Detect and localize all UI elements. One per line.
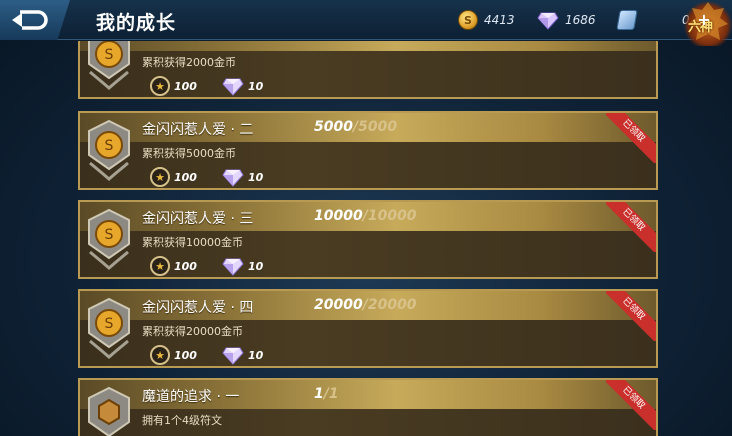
- achievement-progress: 20000/20000: [314, 297, 417, 313]
- claimed-badge: 已领取: [606, 291, 656, 341]
- achievement-card[interactable]: 魔道的追求 · 一 1/1 拥有1个4级符文 已领取: [78, 378, 658, 436]
- achievement-card[interactable]: S 金闪闪惹人爱 · 三 10000/10000 累积获得10000金币 ★ 1…: [78, 200, 658, 279]
- achievement-progress: 1/1: [314, 386, 339, 402]
- rune-medal-icon: [88, 386, 130, 436]
- reward-gems: 10: [222, 167, 263, 187]
- achievement-name: 金闪闪惹人爱 · 四: [142, 300, 254, 316]
- reward-exp: ★ 100: [150, 76, 197, 96]
- reward-exp: ★ 100: [150, 345, 197, 365]
- add-currency-button[interactable]: +: [696, 12, 712, 28]
- achievement-list[interactable]: S 累积获得2000金币 ★ 100 10 S 金闪闪惹人爱 · 二 5000/: [0, 41, 732, 436]
- claimed-badge: 已领取: [606, 202, 656, 252]
- gem-icon: [222, 78, 244, 96]
- coin-medal-icon: S: [88, 297, 130, 359]
- diamond-amount: 1686: [565, 13, 596, 27]
- back-arrow-icon: [12, 10, 48, 30]
- coupon-icon: [616, 10, 638, 30]
- diamond-icon: [537, 12, 559, 30]
- achievement-description: 累积获得5000金币: [142, 147, 236, 160]
- svg-text:S: S: [105, 227, 114, 243]
- coin-medal-icon: S: [88, 119, 130, 181]
- achievement-card[interactable]: S 累积获得2000金币 ★ 100 10: [78, 41, 658, 99]
- gold-currency: S 4413: [458, 9, 515, 31]
- achievement-description: 累积获得10000金币: [142, 236, 243, 249]
- reward-exp: ★ 100: [150, 256, 197, 276]
- exp-star-icon: ★: [150, 167, 170, 187]
- diamond-currency: 1686: [537, 9, 596, 31]
- page-title: 我的成长: [96, 12, 177, 34]
- achievement-progress: 5000/5000: [314, 119, 398, 135]
- achievement-card[interactable]: S 金闪闪惹人爱 · 二 5000/5000 累积获得5000金币 ★ 100 …: [78, 111, 658, 190]
- achievement-description: 拥有1个4级符文: [142, 414, 222, 427]
- svg-text:S: S: [105, 138, 114, 154]
- coupon-currency: 0: [616, 9, 690, 31]
- achievement-name: 金闪闪惹人爱 · 二: [142, 122, 254, 138]
- achievement-description: 累积获得20000金币: [142, 325, 243, 338]
- gem-icon: [222, 258, 244, 276]
- achievement-progress: 10000/10000: [314, 208, 417, 224]
- top-bar: 我的成长 S 4413 1686 0 六神 +: [0, 0, 732, 46]
- reward-exp: ★ 100: [150, 167, 197, 187]
- svg-text:S: S: [105, 47, 114, 63]
- exp-star-icon: ★: [150, 345, 170, 365]
- achievement-name: 金闪闪惹人爱 · 三: [142, 211, 254, 227]
- svg-text:S: S: [105, 316, 114, 332]
- claimed-badge: 已领取: [606, 380, 656, 430]
- reward-gems: 10: [222, 76, 263, 96]
- achievement-name: 魔道的追求 · 一: [142, 389, 240, 405]
- exp-star-icon: ★: [150, 76, 170, 96]
- gem-icon: [222, 169, 244, 187]
- claimed-badge: 已领取: [606, 113, 656, 163]
- reward-gems: 10: [222, 345, 263, 365]
- exp-star-icon: ★: [150, 256, 170, 276]
- gem-icon: [222, 347, 244, 365]
- gold-amount: 4413: [484, 13, 515, 27]
- coin-medal-icon: S: [88, 41, 130, 90]
- gold-coin-icon: S: [458, 10, 478, 30]
- back-button[interactable]: [0, 0, 70, 40]
- reward-gems: 10: [222, 256, 263, 276]
- achievement-description: 累积获得2000金币: [142, 56, 236, 69]
- coin-medal-icon: S: [88, 208, 130, 270]
- achievement-card[interactable]: S 金闪闪惹人爱 · 四 20000/20000 累积获得20000金币 ★ 1…: [78, 289, 658, 368]
